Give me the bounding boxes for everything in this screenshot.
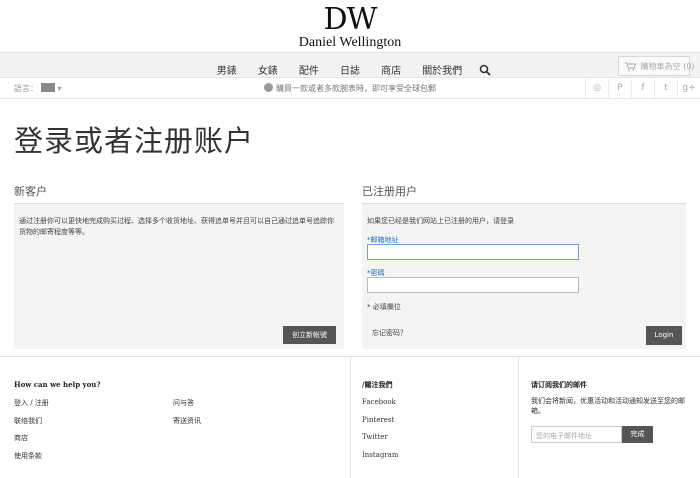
nav-item-mens[interactable]: 男錶 (217, 62, 237, 77)
pinterest-icon[interactable]: P (608, 79, 631, 98)
newsletter-title: 请订阅我们的邮件 (531, 380, 587, 389)
footer-link-facebook[interactable]: Facebook (362, 398, 396, 406)
newsletter-email-input[interactable]: 您的电子邮件地址 (531, 426, 622, 443)
nav-item-stores[interactable]: 商店 (381, 62, 401, 77)
help-title: How can we help you? (14, 380, 101, 389)
utility-bar: 語言： ▾ 購買一款或者多款腕表時，即可享受全球包郵 ◎ P f t g+ (0, 79, 700, 99)
footer-link-instagram[interactable]: Instagram (362, 451, 399, 459)
main-nav: 男錶 女錶 配件 日誌 商店 關於我們 購物車為空 (0) (0, 52, 700, 78)
footer-link-login[interactable]: 登入 / 注册 (14, 398, 49, 408)
google-plus-icon[interactable]: g+ (677, 79, 700, 98)
twitter-icon[interactable]: t (654, 79, 677, 98)
footer-link-stores[interactable]: 商店 (14, 433, 28, 443)
facebook-icon[interactable]: f (631, 79, 654, 98)
email-field[interactable] (367, 244, 579, 260)
brand-name: Daniel Wellington (298, 35, 402, 50)
newsletter-text: 我们会将新闻，优惠活动和活动通知发送至您的邮箱。 (531, 397, 685, 415)
nav-item-accessories[interactable]: 配件 (299, 62, 319, 77)
footer-link-pinterest[interactable]: Pinterest (362, 416, 394, 424)
new-customer-text: 通过注册你可以更快地完成购买过程、选择多个收货地址、获得追单号并且可以自己通过追… (19, 217, 334, 236)
newsletter-submit-button[interactable]: 完成 (622, 426, 653, 443)
instagram-icon[interactable]: ◎ (585, 79, 608, 98)
login-panel: 如果您已经是我们网站上已注册的用户，请登录 *邮箱地址 *密碼 * 必填欄位 忘… (362, 203, 686, 349)
social-links: ◎ P f t g+ (585, 79, 700, 98)
password-field[interactable] (367, 277, 579, 293)
brand-logo[interactable]: DW Daniel Wellington (0, 4, 700, 51)
required-note: * 必填欄位 (367, 303, 401, 311)
nav-item-about[interactable]: 關於我們 (422, 62, 462, 77)
globe-icon (264, 83, 273, 92)
new-customer-title: 新客户 (14, 185, 47, 198)
cart-count: (0) (683, 62, 695, 71)
footer-link-terms[interactable]: 使用条款 (14, 451, 42, 461)
footer-separator (350, 357, 351, 478)
forgot-password-link[interactable]: 忘记密码？ (372, 328, 407, 338)
create-account-button[interactable]: 创立新帐號 (283, 326, 336, 344)
login-intro: 如果您已经是我们网站上已注册的用户，请登录 (367, 217, 514, 225)
registered-user-title: 已注册用户 (362, 185, 417, 198)
search-icon[interactable] (479, 64, 491, 76)
login-button[interactable]: Login (646, 326, 682, 345)
cart-button[interactable]: 購物車為空 (0) (618, 56, 694, 76)
footer-link-contact[interactable]: 联络我们 (14, 416, 42, 426)
follow-title: /關注我們 (362, 380, 393, 389)
nav-item-journal[interactable]: 日誌 (340, 62, 360, 77)
cart-label: 購物車為空 (640, 62, 681, 71)
page-title: 登录或者注册账户 (14, 124, 255, 158)
footer-link-faq[interactable]: 问与答 (173, 398, 194, 408)
new-customer-panel: 通过注册你可以更快地完成购买过程、选择多个收货地址、获得追单号并且可以自己通过追… (14, 203, 344, 349)
cart-icon (625, 62, 637, 71)
footer-link-shipping[interactable]: 寄送资讯 (173, 416, 201, 426)
brand-mark: DW (323, 2, 378, 37)
promo-text: 購買一款或者多款腕表時，即可享受全球包郵 (276, 84, 436, 93)
footer-link-twitter[interactable]: Twitter (362, 433, 388, 441)
footer-separator (518, 357, 519, 478)
nav-item-womens[interactable]: 女錶 (258, 62, 278, 77)
